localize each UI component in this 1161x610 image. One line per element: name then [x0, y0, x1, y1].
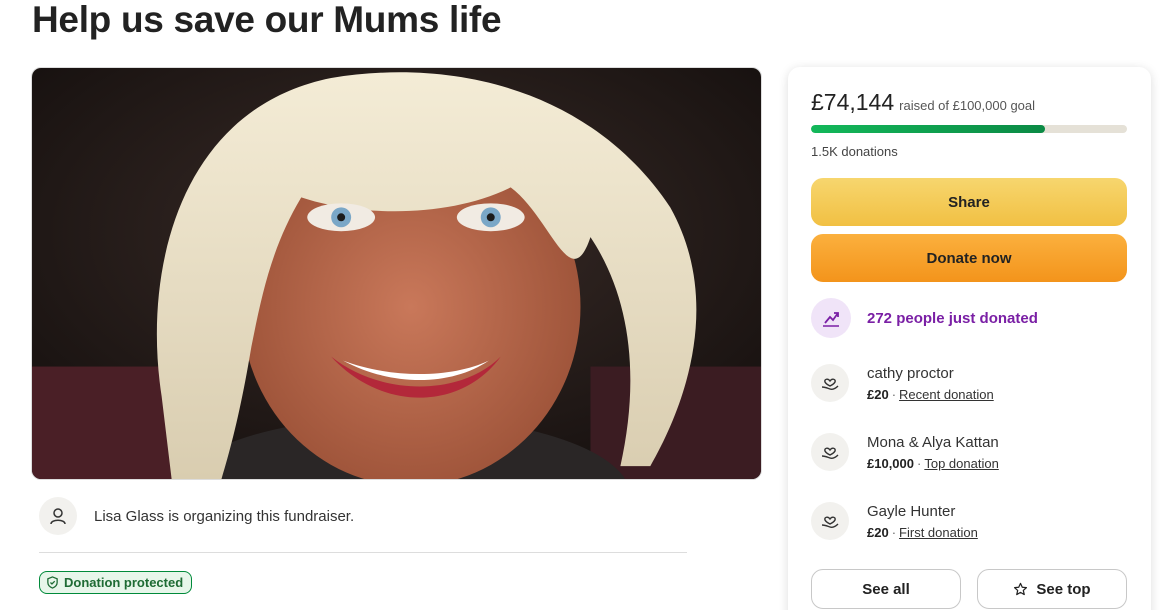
- donor-name: cathy proctor: [867, 365, 954, 382]
- donor-item: cathy proctor £20 · Recent donation: [811, 364, 994, 402]
- donor-amount: £20: [867, 387, 889, 402]
- heart-hand-icon: [811, 502, 849, 540]
- donation-protected-label: Donation protected: [64, 575, 184, 590]
- trending-row: 272 people just donated: [811, 298, 1038, 338]
- separator: ·: [891, 387, 897, 402]
- progress-bar: [811, 125, 1127, 133]
- donor-amount: £20: [867, 525, 889, 540]
- donor-amount: £10,000: [867, 456, 914, 471]
- separator: ·: [891, 525, 897, 540]
- share-button[interactable]: Share: [811, 178, 1127, 226]
- see-top-button[interactable]: See top: [977, 569, 1127, 609]
- donor-name: Mona & Alya Kattan: [867, 434, 999, 451]
- trending-text: 272 people just donated: [867, 309, 1038, 327]
- donor-item: Gayle Hunter £20 · First donation: [811, 502, 978, 540]
- campaign-photo: [31, 67, 762, 480]
- shield-icon: [46, 576, 59, 589]
- page-title: Help us save our Mums life: [32, 0, 502, 40]
- donations-count: 1.5K donations: [811, 144, 898, 159]
- donation-type-link[interactable]: Top donation: [924, 456, 998, 471]
- donation-type-link[interactable]: First donation: [899, 525, 978, 540]
- organizer-row: Lisa Glass is organizing this fundraiser…: [39, 497, 354, 535]
- donate-now-button[interactable]: Donate now: [811, 234, 1127, 282]
- separator: ·: [917, 456, 922, 471]
- goal-text: raised of £100,000 goal: [899, 98, 1036, 113]
- donation-type-link[interactable]: Recent donation: [899, 387, 994, 402]
- organizer-text: Lisa Glass is organizing this fundraiser…: [94, 507, 355, 525]
- donor-item: Mona & Alya Kattan £10,000 · Top donation: [811, 433, 999, 471]
- raised-summary: £74,144 raised of £100,000 goal: [811, 89, 1035, 116]
- donation-protected-badge[interactable]: Donation protected: [39, 571, 193, 594]
- raised-amount: £74,144: [811, 89, 895, 115]
- see-top-label: See top: [1036, 580, 1091, 598]
- donation-sidebar-card: £74,144 raised of £100,000 goal 1.5K don…: [788, 67, 1151, 610]
- trend-up-icon: [811, 298, 851, 338]
- see-all-button[interactable]: See all: [811, 569, 961, 609]
- user-icon: [39, 497, 77, 535]
- campaign-photo-image: [32, 68, 761, 479]
- donor-name: Gayle Hunter: [867, 503, 956, 520]
- heart-hand-icon: [811, 364, 849, 402]
- divider: [39, 552, 687, 553]
- progress-bar-fill: [811, 125, 1045, 133]
- heart-hand-icon: [811, 433, 849, 471]
- star-icon: [1013, 582, 1028, 597]
